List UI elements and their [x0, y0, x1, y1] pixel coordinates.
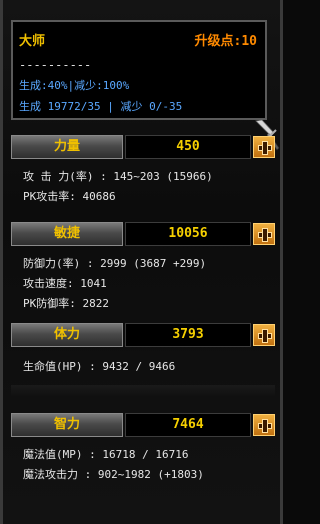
stamina-hp-text: 生命值(HP) : 9432 / 9466 [23, 360, 176, 373]
stat-row-intelligence: 智力 7464 [11, 413, 279, 437]
stat-name-stamina: 体力 [11, 323, 123, 347]
stat-row-stamina: 体力 3793 [11, 323, 279, 347]
stat-value-strength: 450 [125, 135, 251, 159]
stat-value-stamina: 3793 [125, 323, 251, 347]
upgrade-points: 升级点:10 [194, 34, 257, 49]
class-info-box: 大师 升级点:10 ---------- 生成:40%|减少:100% 生成 1… [11, 20, 267, 120]
intelligence-mp-text: 魔法值(MP) : 16718 / 16716 [23, 448, 189, 461]
stat-name-strength: 力量 [11, 135, 123, 159]
stat-value-agility: 10056 [125, 222, 251, 246]
stat-row-agility: 敏捷 10056 [11, 222, 279, 246]
character-stats-panel: 大师 升级点:10 ---------- 生成:40%|减少:100% 生成 1… [0, 0, 283, 524]
stat-value-intelligence: 7464 [125, 413, 251, 437]
agility-pk-defense-text: PK防御率: 2822 [23, 297, 109, 310]
stat-name-intelligence: 智力 [11, 413, 123, 437]
divider-dashes: ---------- [19, 58, 92, 72]
strength-pk-attack-text: PK攻击率: 40686 [23, 190, 116, 203]
add-agility-button[interactable] [253, 223, 275, 245]
strength-attack-text: 攻 击 力(率) : 145~203 (15966) [23, 170, 213, 183]
stat-row-strength: 力量 450 [11, 135, 279, 159]
add-intelligence-button[interactable] [253, 414, 275, 436]
add-stamina-button[interactable] [253, 324, 275, 346]
intelligence-magic-attack-text: 魔法攻击力 : 902~1982 (+1803) [23, 468, 204, 481]
generation-rate-text: 生成:40%|减少:100% [19, 79, 130, 92]
class-title: 大师 [19, 34, 46, 49]
generation-value-text: 生成 19772/35 | 减少 0/-35 [19, 100, 183, 113]
add-strength-button[interactable] [253, 136, 275, 158]
section-divider [11, 385, 275, 397]
agility-speed-text: 攻击速度: 1041 [23, 277, 107, 290]
stat-name-agility: 敏捷 [11, 222, 123, 246]
agility-defense-text: 防御力(率) : 2999 (3687 +299) [23, 257, 207, 270]
